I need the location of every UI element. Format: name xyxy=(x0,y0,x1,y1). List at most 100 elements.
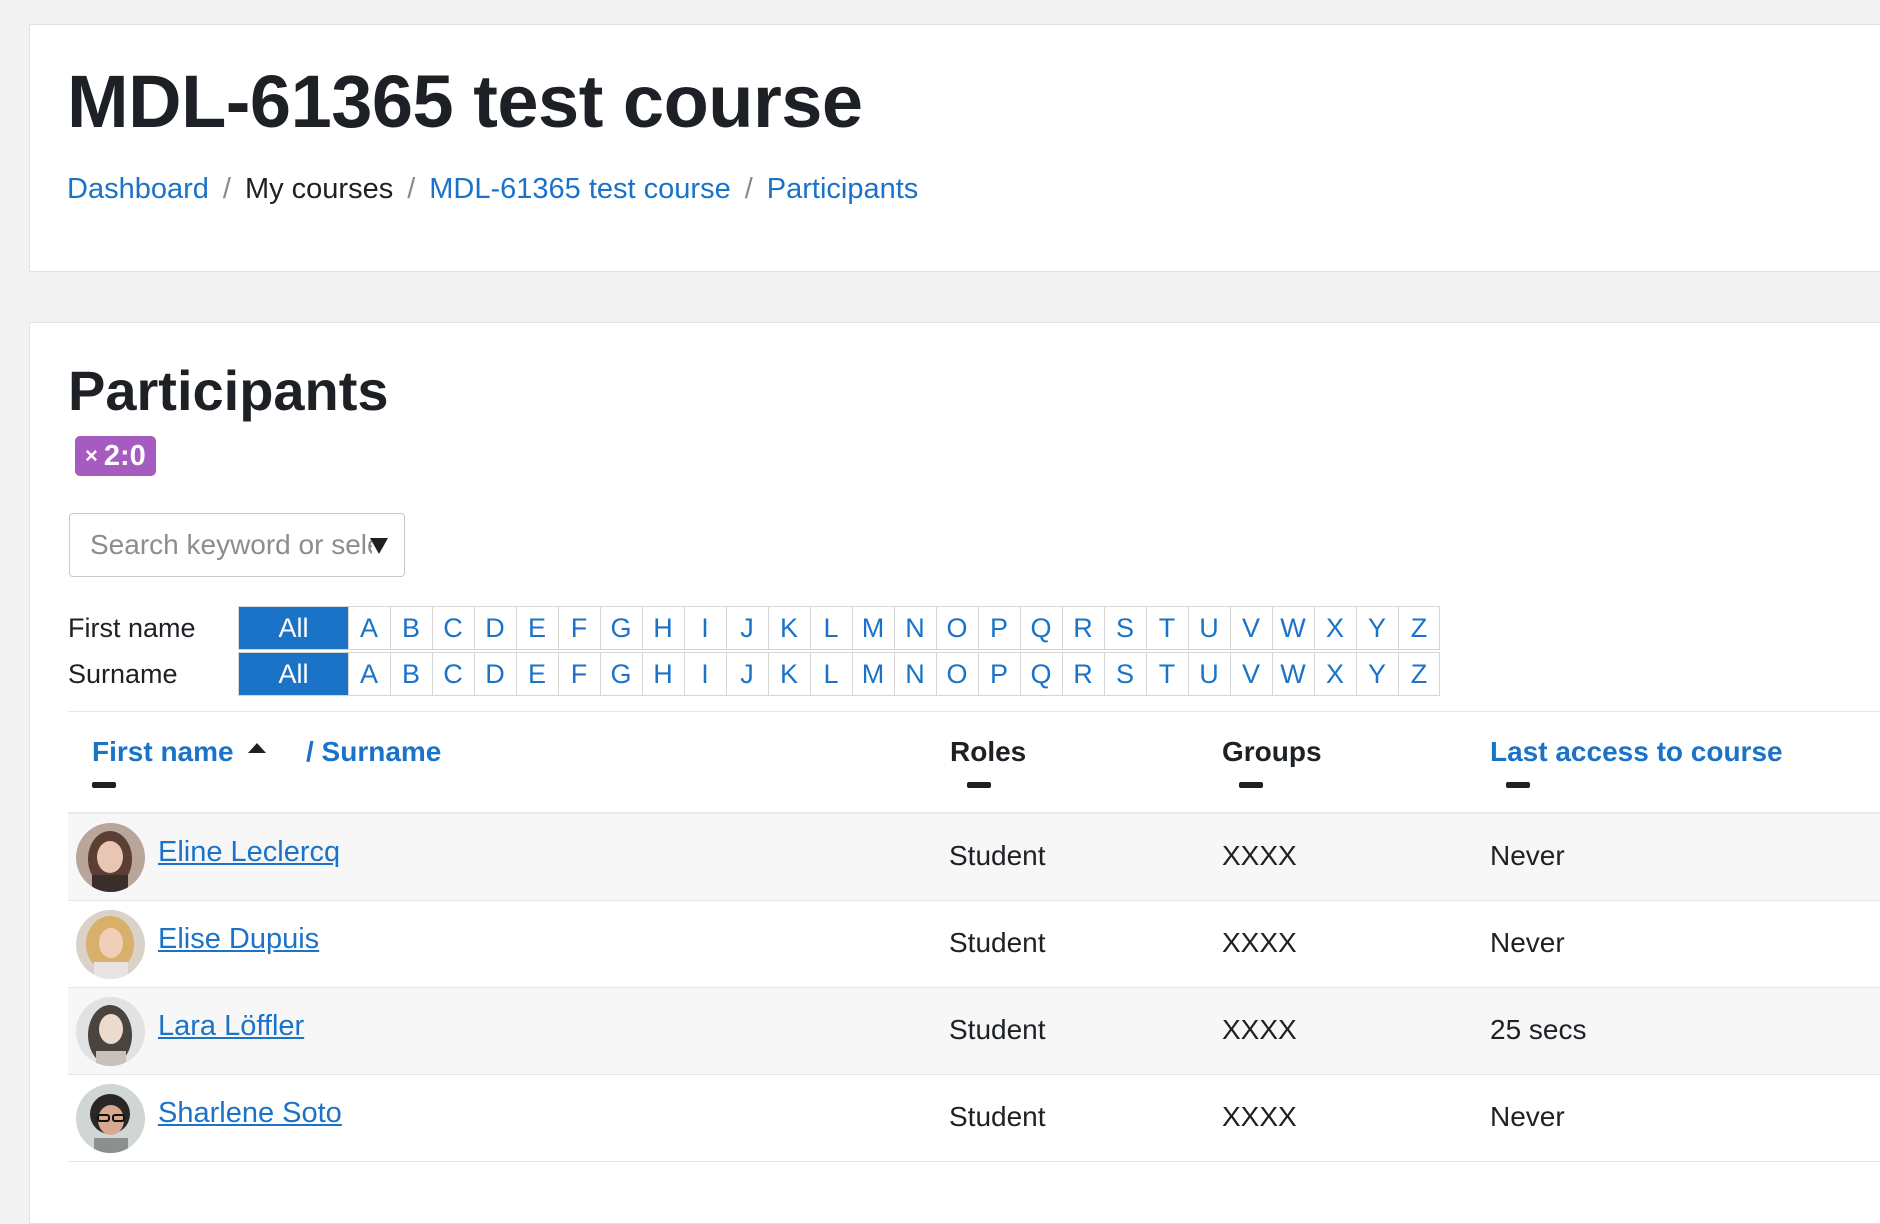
surname-initial-z[interactable]: Z xyxy=(1398,653,1439,695)
collapse-name-column-icon[interactable] xyxy=(92,782,116,788)
groups-column-header: Groups xyxy=(1222,736,1322,767)
roles-column-header: Roles xyxy=(950,736,1027,767)
surname-initial-y[interactable]: Y xyxy=(1356,653,1397,695)
participant-name-link[interactable]: Sharlene Soto xyxy=(158,1097,342,1130)
surname-initial-r[interactable]: R xyxy=(1062,653,1103,695)
surname-initial-o[interactable]: O xyxy=(936,653,977,695)
groups-cell: XXXX xyxy=(1222,840,1297,871)
surname-initial-h[interactable]: H xyxy=(642,653,683,695)
surname-initial-m[interactable]: M xyxy=(852,653,893,695)
first-name-initial-b[interactable]: B xyxy=(390,607,431,649)
surname-initial-u[interactable]: U xyxy=(1188,653,1229,695)
first-name-initial-w[interactable]: W xyxy=(1272,607,1313,649)
first-name-initial-m[interactable]: M xyxy=(852,607,893,649)
surname-initial-w[interactable]: W xyxy=(1272,653,1313,695)
surname-initial-n[interactable]: N xyxy=(894,653,935,695)
surname-initial-i[interactable]: I xyxy=(684,653,725,695)
last-access-cell: Never xyxy=(1490,840,1565,871)
first-name-letters: All ABCDEFGHIJKLMNOPQRSTUVWXYZ xyxy=(238,606,1440,650)
breadcrumb-course-link[interactable]: MDL-61365 test course xyxy=(429,173,730,206)
surname-initials-bar: Surname All ABCDEFGHIJKLMNOPQRSTUVWXYZ xyxy=(68,652,1440,696)
role-cell: Student xyxy=(949,840,1046,871)
groups-cell: XXXX xyxy=(1222,1101,1297,1132)
first-name-initial-x[interactable]: X xyxy=(1314,607,1355,649)
first-name-initial-c[interactable]: C xyxy=(432,607,473,649)
first-name-initial-j[interactable]: J xyxy=(726,607,767,649)
first-name-initial-o[interactable]: O xyxy=(936,607,977,649)
surname-sort-link[interactable]: / Surname xyxy=(306,736,441,767)
first-name-initial-r[interactable]: R xyxy=(1062,607,1103,649)
first-name-initial-z[interactable]: Z xyxy=(1398,607,1439,649)
surname-initial-j[interactable]: J xyxy=(726,653,767,695)
table-row: Eline Leclercq Student XXXX Never xyxy=(68,814,1880,901)
breadcrumb-participants-link[interactable]: Participants xyxy=(767,173,919,206)
surname-initial-e[interactable]: E xyxy=(516,653,557,695)
first-name-initial-g[interactable]: G xyxy=(600,607,641,649)
surname-all-button[interactable]: All xyxy=(238,653,348,695)
avatar[interactable] xyxy=(76,997,145,1066)
surname-column-header[interactable]: / Surname xyxy=(306,736,441,768)
collapse-last-access-column-icon[interactable] xyxy=(1506,782,1530,788)
participants-title: Participants xyxy=(68,359,389,422)
surname-initial-k[interactable]: K xyxy=(768,653,809,695)
surname-initial-b[interactable]: B xyxy=(390,653,431,695)
surname-initial-a[interactable]: A xyxy=(348,653,389,695)
first-name-initial-a[interactable]: A xyxy=(348,607,389,649)
table-row: Sharlene Soto Student XXXX Never xyxy=(68,1075,1880,1162)
dropdown-caret-icon[interactable] xyxy=(370,538,388,554)
surname-initial-f[interactable]: F xyxy=(558,653,599,695)
surname-initial-l[interactable]: L xyxy=(810,653,851,695)
first-name-initial-s[interactable]: S xyxy=(1104,607,1145,649)
first-name-initial-f[interactable]: F xyxy=(558,607,599,649)
first-name-sort-link[interactable]: First name xyxy=(92,736,234,767)
avatar[interactable] xyxy=(76,1084,145,1153)
collapse-groups-column-icon[interactable] xyxy=(1239,782,1263,788)
surname-initial-s[interactable]: S xyxy=(1104,653,1145,695)
surname-initial-g[interactable]: G xyxy=(600,653,641,695)
first-name-all-button[interactable]: All xyxy=(238,607,348,649)
participant-name-link[interactable]: Elise Dupuis xyxy=(158,923,319,956)
first-name-initials-label: First name xyxy=(68,612,196,643)
search-input[interactable] xyxy=(90,529,372,561)
first-name-initial-p[interactable]: P xyxy=(978,607,1019,649)
table-row: Elise Dupuis Student XXXX Never xyxy=(68,901,1880,988)
first-name-initial-i[interactable]: I xyxy=(684,607,725,649)
page-header-card: MDL-61365 test course Dashboard / My cou… xyxy=(29,24,1880,272)
role-cell: Student xyxy=(949,1014,1046,1045)
first-name-initial-h[interactable]: H xyxy=(642,607,683,649)
first-name-initial-v[interactable]: V xyxy=(1230,607,1271,649)
first-name-initials-bar: First name All ABCDEFGHIJKLMNOPQRSTUVWXY… xyxy=(68,606,1440,650)
first-name-initial-n[interactable]: N xyxy=(894,607,935,649)
search-filter-field[interactable] xyxy=(69,513,405,577)
first-name-initial-l[interactable]: L xyxy=(810,607,851,649)
surname-initial-x[interactable]: X xyxy=(1314,653,1355,695)
participant-name-link[interactable]: Eline Leclercq xyxy=(158,836,340,869)
first-name-initial-y[interactable]: Y xyxy=(1356,607,1397,649)
first-name-column-header[interactable]: First name xyxy=(92,736,266,768)
sort-ascending-icon xyxy=(247,742,266,753)
breadcrumb-separator: / xyxy=(744,173,753,205)
last-access-cell: 25 secs xyxy=(1490,1014,1587,1045)
filter-badge-label: 2:0 xyxy=(103,439,146,472)
last-access-column-header[interactable]: Last access to course xyxy=(1490,736,1783,768)
close-icon[interactable]: × xyxy=(85,443,98,469)
first-name-initial-k[interactable]: K xyxy=(768,607,809,649)
surname-initial-c[interactable]: C xyxy=(432,653,473,695)
first-name-initial-e[interactable]: E xyxy=(516,607,557,649)
participant-name-link[interactable]: Lara Löffler xyxy=(158,1010,304,1043)
first-name-initial-u[interactable]: U xyxy=(1188,607,1229,649)
breadcrumb-dashboard-link[interactable]: Dashboard xyxy=(67,173,209,206)
surname-initial-v[interactable]: V xyxy=(1230,653,1271,695)
avatar[interactable] xyxy=(76,910,145,979)
avatar[interactable] xyxy=(76,823,145,892)
collapse-roles-column-icon[interactable] xyxy=(967,782,991,788)
surname-initial-t[interactable]: T xyxy=(1146,653,1187,695)
surname-initial-d[interactable]: D xyxy=(474,653,515,695)
filter-badge[interactable]: × 2:0 xyxy=(75,436,156,476)
first-name-initial-d[interactable]: D xyxy=(474,607,515,649)
first-name-initial-q[interactable]: Q xyxy=(1020,607,1061,649)
groups-cell: XXXX xyxy=(1222,927,1297,958)
first-name-initial-t[interactable]: T xyxy=(1146,607,1187,649)
surname-initial-q[interactable]: Q xyxy=(1020,653,1061,695)
surname-initial-p[interactable]: P xyxy=(978,653,1019,695)
